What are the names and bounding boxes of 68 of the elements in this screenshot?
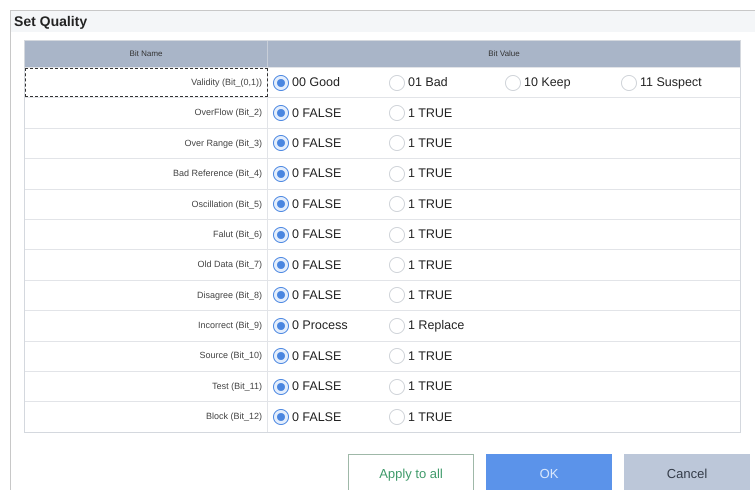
dialog-title: Set Quality xyxy=(14,12,88,31)
radio-option[interactable]: 0 FALSE xyxy=(273,104,389,122)
bit-name-cell: Incorrect (Bit_9) xyxy=(25,311,268,341)
radio-unchecked-icon xyxy=(389,287,405,304)
bit-name-cell: Bad Reference (Bit_4) xyxy=(25,159,268,189)
radio-unchecked-icon xyxy=(389,105,405,122)
radio-option[interactable]: 0 FALSE xyxy=(273,377,389,396)
radio-option[interactable]: 1 TRUE xyxy=(389,164,505,184)
radio-checked-icon xyxy=(273,408,289,425)
bit-name-cell: Disagree (Bit_8) xyxy=(25,280,268,310)
bit-name-cell: OverFlow (Bit_2) xyxy=(25,98,268,128)
radio-unchecked-icon xyxy=(389,348,405,364)
radio-checked-icon xyxy=(273,257,289,274)
radio-checked-icon xyxy=(273,105,289,122)
radio-unchecked-icon xyxy=(389,378,405,395)
radio-option[interactable]: 00 Good xyxy=(273,73,389,92)
radio-option[interactable]: 1 TRUE xyxy=(389,225,505,244)
radio-option[interactable]: 0 FALSE xyxy=(273,164,389,184)
radio-checked-icon xyxy=(273,196,289,212)
bit-name-cell: Oscillation (Bit_5) xyxy=(25,190,268,219)
radio-unchecked-icon xyxy=(389,166,405,182)
radio-checked-icon xyxy=(273,378,289,395)
radio-option[interactable]: 1 TRUE xyxy=(389,286,505,305)
radio-checked-icon xyxy=(273,226,289,243)
radio-checked-icon xyxy=(273,287,289,304)
radio-unchecked-icon xyxy=(505,74,521,91)
radio-option[interactable]: 1 TRUE xyxy=(389,194,505,214)
radio-unchecked-icon xyxy=(621,74,637,91)
radio-option[interactable]: 0 FALSE xyxy=(273,225,389,244)
column-header: Bit Name xyxy=(25,41,268,67)
radio-unchecked-icon xyxy=(389,257,405,274)
bit-name-cell: Falut (Bit_6) xyxy=(25,220,268,250)
radio-option[interactable]: 1 TRUE xyxy=(389,377,505,396)
radio-checked-icon xyxy=(273,348,289,364)
radio-option[interactable]: 1 TRUE xyxy=(389,134,505,153)
column-header: Bit Value xyxy=(487,48,521,60)
radio-option[interactable]: 0 Process xyxy=(273,316,389,336)
radio-option[interactable]: 0 FALSE xyxy=(273,286,389,305)
radio-unchecked-icon xyxy=(389,135,405,152)
bit-name-cell: Old Data (Bit_7) xyxy=(25,250,268,280)
radio-unchecked-icon xyxy=(389,226,405,243)
radio-option[interactable]: 0 FALSE xyxy=(273,134,389,153)
bit-name-cell: Over Range (Bit_3) xyxy=(25,128,268,158)
radio-option[interactable]: 1 Replace xyxy=(389,316,505,336)
radio-option[interactable]: 01 Bad xyxy=(389,73,505,92)
radio-checked-icon xyxy=(273,166,289,182)
radio-option[interactable]: 1 TRUE xyxy=(389,104,505,122)
radio-option[interactable]: 0 FALSE xyxy=(273,194,389,214)
radio-option[interactable]: 1 TRUE xyxy=(389,346,505,366)
radio-unchecked-icon xyxy=(389,74,405,91)
radio-checked-icon xyxy=(273,74,289,91)
radio-option[interactable]: 0 FALSE xyxy=(273,256,389,274)
radio-option[interactable]: 0 FALSE xyxy=(273,408,389,426)
radio-option[interactable]: 1 TRUE xyxy=(389,256,505,274)
radio-unchecked-icon xyxy=(389,408,405,425)
bit-name-cell: Source (Bit_10) xyxy=(25,342,268,371)
radio-checked-icon xyxy=(273,318,289,334)
radio-option[interactable]: 10 Keep xyxy=(505,73,621,92)
radio-option[interactable]: 0 FALSE xyxy=(273,346,389,366)
dialog-button[interactable]: Cancel xyxy=(624,454,750,490)
radio-unchecked-icon xyxy=(389,196,405,212)
radio-option[interactable]: 11 Suspect xyxy=(621,73,737,92)
bit-name-cell: Validity (Bit_(0,1)) xyxy=(25,68,268,98)
bit-name-cell: Block (Bit_12) xyxy=(25,402,268,432)
radio-checked-icon xyxy=(273,135,289,152)
radio-option[interactable]: 1 TRUE xyxy=(389,408,505,426)
radio-unchecked-icon xyxy=(389,318,405,334)
bit-name-cell: Test (Bit_11) xyxy=(25,372,268,402)
